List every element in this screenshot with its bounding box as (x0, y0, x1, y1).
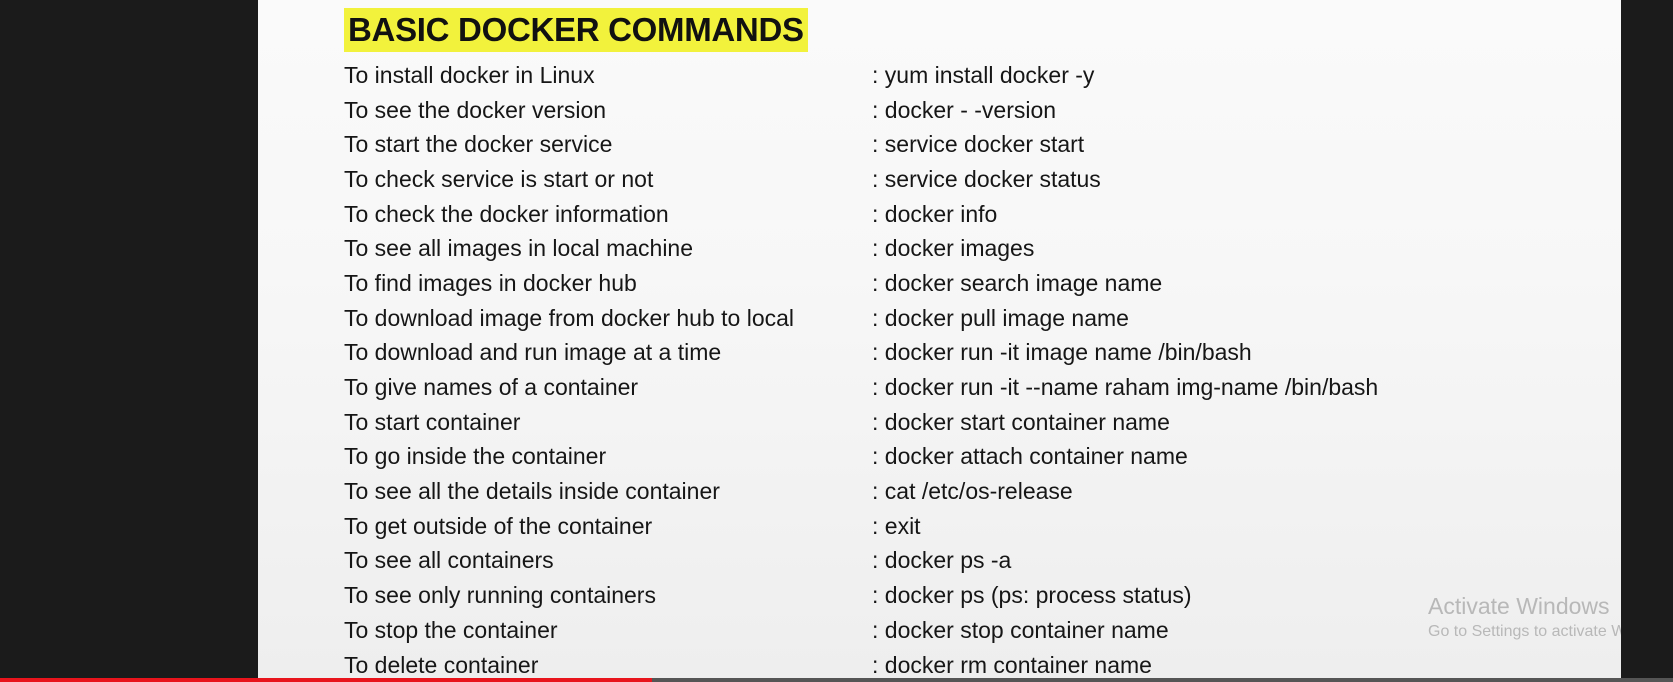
command-description: To start container (344, 408, 521, 435)
command-row: To see the docker version : docker - -ve… (344, 93, 1594, 128)
command-text: : exit (872, 512, 921, 539)
activate-windows-watermark: Activate Windows Go to Settings to activ… (1428, 592, 1621, 644)
command-row: To see all the details inside container … (344, 474, 1594, 509)
watermark-title: Activate Windows (1428, 593, 1610, 619)
command-text: : yum install docker -y (872, 61, 1095, 88)
command-description: To go inside the container (344, 443, 607, 470)
command-row: To see all containers : docker ps -a (344, 544, 1594, 579)
command-text: : docker run -it image name /bin/bash (872, 339, 1252, 366)
command-text: : docker stop container name (872, 616, 1169, 643)
video-progress-bar[interactable] (0, 678, 1673, 682)
command-text: : docker pull image name (872, 304, 1129, 331)
command-description: To give names of a container (344, 374, 639, 401)
command-row: To give names of a container : docker ru… (344, 370, 1594, 405)
command-description: To check service is start or not (344, 165, 654, 192)
command-row: To download and run image at a time : do… (344, 336, 1594, 371)
command-description: To see only running containers (344, 582, 656, 609)
command-row: To see only running containers : docker … (344, 578, 1594, 613)
command-row: To go inside the container : docker atta… (344, 440, 1594, 475)
command-description: To download image from docker hub to loc… (344, 304, 795, 331)
command-description: To install docker in Linux (344, 61, 595, 88)
command-row: To start container : docker start contai… (344, 405, 1594, 440)
command-row: To download image from docker hub to loc… (344, 301, 1594, 336)
command-text: : docker attach container name (872, 443, 1188, 470)
command-text: : docker ps (ps: process status) (872, 582, 1192, 609)
command-description: To see all the details inside container (344, 478, 720, 505)
command-description: To start the docker service (344, 131, 613, 158)
command-row: To find images in docker hub : docker se… (344, 266, 1594, 301)
command-description: To find images in docker hub (344, 269, 637, 296)
command-text: : service docker status (872, 165, 1101, 192)
slide: BASIC DOCKER COMMANDS To install docker … (258, 0, 1621, 682)
command-description: To check the docker information (344, 200, 669, 227)
command-description: To delete container (344, 651, 539, 678)
command-text: : docker info (872, 200, 998, 227)
command-description: To see the docker version (344, 96, 607, 123)
command-row: To stop the container : docker stop cont… (344, 613, 1594, 648)
command-text: : docker - -version (872, 96, 1057, 123)
command-description: To see all containers (344, 547, 554, 574)
video-frame: BASIC DOCKER COMMANDS To install docker … (0, 0, 1673, 682)
command-description: To download and run image at a time (344, 339, 722, 366)
command-text: : docker rm container name (872, 651, 1152, 678)
command-row: To delete container : docker rm containe… (344, 648, 1594, 682)
command-text: : docker images (872, 235, 1035, 262)
command-text: : docker ps -a (872, 547, 1012, 574)
command-row: To check the docker information : docker… (344, 197, 1594, 232)
command-text: : cat /etc/os-release (872, 478, 1073, 505)
slide-title: BASIC DOCKER COMMANDS (344, 8, 808, 52)
video-progress-fill (0, 678, 653, 682)
command-text: : docker search image name (872, 269, 1163, 296)
command-row: To start the docker service : service do… (344, 127, 1594, 162)
command-text: : service docker start (872, 131, 1085, 158)
command-list: To install docker in Linux : yum install… (344, 58, 1594, 682)
command-description: To see all images in local machine (344, 235, 694, 262)
command-row: To get outside of the container : exit (344, 509, 1594, 544)
command-text: : docker start container name (872, 408, 1170, 435)
letterbox-right (1621, 0, 1673, 682)
command-row: To check service is start or not : servi… (344, 162, 1594, 197)
command-description: To stop the container (344, 616, 558, 643)
command-row: To install docker in Linux : yum install… (344, 58, 1594, 93)
watermark-subtitle: Go to Settings to activate Windows. (1428, 623, 1621, 640)
letterbox-left (0, 0, 258, 682)
command-description: To get outside of the container (344, 512, 653, 539)
command-row: To see all images in local machine : doc… (344, 231, 1594, 266)
command-text: : docker run -it --name raham img-name /… (872, 374, 1379, 401)
